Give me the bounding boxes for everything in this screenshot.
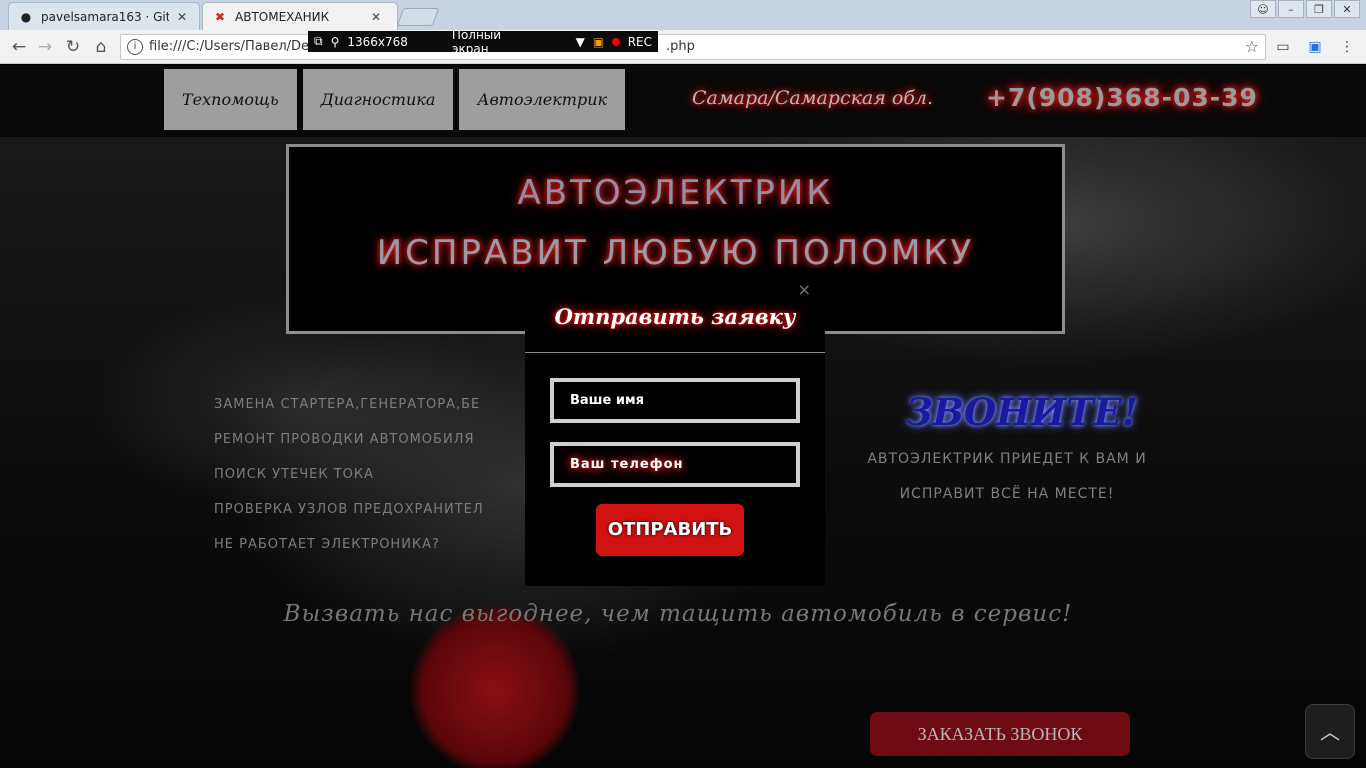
close-tab-icon[interactable]: ✕	[371, 10, 381, 24]
url-text-start: file:///C:/Users/Павел/Des	[149, 39, 316, 54]
recorder-rec-label[interactable]: REC	[628, 35, 652, 49]
cast-icon[interactable]: ▭	[1272, 37, 1294, 57]
modal-title: Отправить заявку	[554, 304, 796, 329]
call-text: АВТОЭЛЕКТРИК ПРИЕДЕТ К ВАМ И ИСПРАВИТ ВС…	[867, 451, 1147, 502]
tab-github[interactable]: ● pavelsamara163 · GitHub ✕	[8, 2, 200, 30]
list-item: ПОИСК УТЕЧЕК ТОКА	[214, 467, 375, 482]
bookmark-star-icon[interactable]: ☆	[1245, 37, 1259, 56]
forward-icon[interactable]: →	[34, 36, 56, 58]
chevron-up-icon: ︿	[1320, 720, 1340, 744]
name-input-placeholder: Ваше имя	[570, 393, 644, 408]
phone-input-placeholder: Ваш телефон	[570, 457, 684, 472]
restore-icon[interactable]: ❐	[1306, 0, 1332, 18]
list-item: ПРОВЕРКА УЗЛОВ ПРЕДОХРАНИТЕЛ	[214, 502, 484, 517]
slogan: Вызвать нас выгоднее, чем тащить автомоб…	[283, 601, 1073, 627]
site-header: Техпомощь Диагностика Автоэлектрик Самар…	[0, 65, 1366, 137]
submit-button[interactable]: ОТПРАВИТЬ	[596, 504, 744, 556]
hero-title: АВТОЭЛЕКТРИК	[517, 173, 834, 213]
nav-item-diagnostics[interactable]: Диагностика	[302, 69, 454, 130]
menu-icon[interactable]: ⋮	[1336, 37, 1358, 57]
chevron-down-icon[interactable]: ▼	[576, 35, 585, 49]
back-icon[interactable]: ←	[8, 36, 30, 58]
extension-icon[interactable]: ▣	[1304, 37, 1326, 57]
camera-icon[interactable]: ▣	[593, 35, 604, 49]
scroll-top-button[interactable]: ︿	[1305, 704, 1355, 759]
record-dot-icon	[612, 37, 620, 46]
request-modal: × Отправить заявку Ваше имя Ваш телефон …	[525, 268, 825, 586]
reload-icon[interactable]: ↻	[62, 36, 84, 58]
background-car-image	[410, 605, 580, 768]
screen-recorder-bar: ⧉ ⚲ 1366x768 Полный экран ▼ ▣ REC	[308, 28, 658, 56]
browser-tab-bar: ● pavelsamara163 · GitHub ✕ ✖ АВТОМЕХАНИ…	[0, 0, 1366, 30]
nav-item-techhelp[interactable]: Техпомощь	[164, 69, 297, 130]
tab-title: АВТОМЕХАНИК	[235, 9, 330, 24]
phone-number[interactable]: +7(908)368-03-39	[986, 83, 1258, 112]
browser-toolbar: ← → ↻ ⌂ i file:///C:/Users/Павел/Des .ph…	[0, 30, 1366, 64]
close-window-icon[interactable]: ✕	[1334, 0, 1360, 18]
github-icon: ●	[20, 9, 32, 24]
close-icon[interactable]: ×	[798, 280, 811, 299]
list-item: ЗАМЕНА СТАРТЕРА,ГЕНЕРАТОРА,БЕ	[214, 397, 481, 412]
list-item: НЕ РАБОТАЕТ ЭЛЕКТРОНИКА?	[214, 537, 440, 552]
recorder-resolution: 1366x768	[347, 34, 408, 49]
url-text-end: .php	[666, 39, 695, 54]
extension-icons: ▭ ▣ ⋮	[1272, 37, 1358, 57]
minimize-icon[interactable]: –	[1278, 0, 1304, 18]
services-list: ЗАМЕНА СТАРТЕРА,ГЕНЕРАТОРА,БЕ РЕМОНТ ПРО…	[214, 396, 524, 571]
divider	[525, 352, 825, 353]
list-item: РЕМОНТ ПРОВОДКИ АВТОМОБИЛЯ	[214, 432, 475, 447]
hero-subtitle: ИСПРАВИТ ЛЮБУЮ ПОЛОМКУ	[376, 233, 975, 273]
page-favicon-icon: ✖	[214, 9, 226, 24]
zoom-icon[interactable]: ⚲	[331, 35, 340, 49]
region-label: Самара/Самарская обл.	[692, 87, 934, 109]
site-nav: Техпомощь Диагностика Автоэлектрик	[164, 69, 626, 130]
address-bar[interactable]: i file:///C:/Users/Павел/Des .php ☆	[120, 34, 1266, 60]
tab-title: pavelsamara163 · GitHub	[41, 9, 169, 24]
name-input[interactable]: Ваше имя	[550, 378, 800, 423]
order-call-button[interactable]: ЗАКАЗАТЬ ЗВОНОК	[870, 712, 1130, 756]
home-icon[interactable]: ⌂	[90, 36, 112, 58]
call-heading: ЗВОНИТЕ!	[906, 390, 1139, 434]
phone-input[interactable]: Ваш телефон	[550, 442, 800, 487]
new-tab-button[interactable]	[396, 8, 440, 26]
user-icon[interactable]: ☺	[1250, 0, 1276, 18]
nav-item-autoelectric[interactable]: Автоэлектрик	[459, 69, 626, 130]
page-content: Техпомощь Диагностика Автоэлектрик Самар…	[0, 65, 1366, 768]
window-controls: ☺ – ❐ ✕	[1250, 0, 1360, 18]
tab-automechanic[interactable]: ✖ АВТОМЕХАНИК ✕	[202, 2, 398, 30]
close-tab-icon[interactable]: ✕	[177, 10, 187, 24]
window-icon[interactable]: ⧉	[314, 34, 323, 49]
recorder-mode[interactable]: Полный экран	[452, 28, 536, 56]
info-icon[interactable]: i	[127, 39, 143, 55]
